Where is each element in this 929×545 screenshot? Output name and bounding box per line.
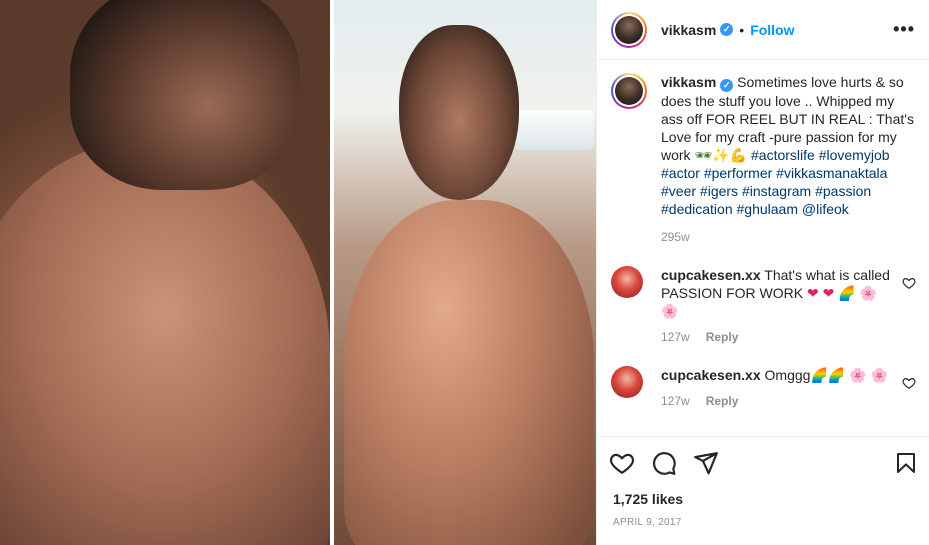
photo-right-front-view	[334, 0, 596, 545]
hashtag-link[interactable]: #passion	[815, 183, 871, 199]
comment-username[interactable]: cupcakesen.xx	[661, 367, 761, 383]
verified-badge-icon: ✓	[720, 23, 734, 36]
hashtag-link[interactable]: #ghulaam	[737, 201, 799, 217]
comment-username[interactable]: cupcakesen.xx	[661, 267, 761, 283]
photo-left-back-view	[0, 0, 330, 545]
caption-username[interactable]: vikkasm	[661, 74, 716, 90]
post-side-panel: vikkasm ✓ • Follow ••• vikkasm ✓ Sometime…	[596, 0, 929, 545]
sunglasses-emoji-icon: 🕶	[694, 147, 713, 163]
like-comment-heart-icon[interactable]	[902, 276, 916, 290]
post-date[interactable]: APRIL 9, 2017	[613, 517, 682, 528]
post-photo[interactable]	[0, 0, 596, 545]
rainbow-emoji-icon: 🌈	[827, 367, 846, 383]
comment-text: Omggg	[764, 367, 811, 383]
flower-emoji-icon: 🌸	[859, 285, 877, 301]
photo-head	[70, 0, 300, 190]
heart-emoji-icon: ❤	[822, 285, 835, 301]
comments-scroll-area[interactable]: vikkasm ✓ Sometimes love hurts & so does …	[597, 61, 929, 435]
hashtag-link[interactable]: #veer	[661, 183, 696, 199]
comment-item: cupcakesen.xx Omggg🌈🌈 🌸 🌸 127w Reply	[611, 366, 916, 410]
caption-timestamp[interactable]: 295w	[661, 228, 916, 246]
rainbow-emoji-icon: 🌈	[810, 367, 828, 383]
comment-timestamp[interactable]: 127w	[661, 392, 690, 410]
commenter-avatar[interactable]	[611, 366, 643, 398]
sparkles-emoji-icon: ✨	[712, 147, 730, 163]
hashtag-link[interactable]: #actor	[661, 165, 700, 181]
rainbow-emoji-icon: 🌈	[838, 285, 856, 301]
comment-timestamp[interactable]: 127w	[661, 328, 690, 346]
heart-icon[interactable]	[609, 450, 635, 476]
flower-emoji-icon: 🌸	[661, 303, 679, 319]
mention-link[interactable]: @lifeok	[802, 201, 849, 217]
hashtag-link[interactable]: #actorslife	[751, 147, 815, 163]
comment-icon[interactable]	[651, 450, 677, 476]
flower-emoji-icon: 🌸	[849, 367, 867, 383]
more-options-icon[interactable]: •••	[893, 19, 915, 40]
follow-button[interactable]: Follow	[750, 22, 794, 38]
hashtag-link[interactable]: #lovemyjob	[819, 147, 890, 163]
hashtag-link[interactable]: #vikkasmanaktala	[776, 165, 887, 181]
caption-avatar[interactable]	[611, 73, 647, 109]
share-icon[interactable]	[693, 450, 719, 476]
heart-emoji-icon: ❤	[806, 285, 819, 301]
photo-face	[399, 25, 519, 200]
reply-button[interactable]: Reply	[706, 328, 739, 346]
photo-torso	[344, 200, 594, 545]
hashtag-link[interactable]: #instagram	[742, 183, 811, 199]
header-username[interactable]: vikkasm	[661, 22, 716, 38]
caption: vikkasm ✓ Sometimes love hurts & so does …	[611, 73, 916, 246]
hashtag-link[interactable]: #igers	[700, 183, 738, 199]
photo-shoulder	[0, 140, 330, 545]
avatar[interactable]	[611, 11, 647, 48]
muscle-emoji-icon: 💪	[729, 147, 748, 163]
reply-button[interactable]: Reply	[706, 392, 739, 410]
comment-item: cupcakesen.xx That's what is called PASS…	[611, 266, 916, 346]
bookmark-icon[interactable]	[894, 450, 918, 476]
commenter-avatar[interactable]	[611, 266, 643, 298]
post-actions-bar	[597, 436, 929, 488]
post-header: vikkasm ✓ • Follow •••	[597, 0, 929, 60]
separator-dot: •	[739, 21, 745, 38]
photo-ceiling-light	[514, 110, 594, 150]
hashtag-link[interactable]: #dedication	[661, 201, 733, 217]
hashtag-link[interactable]: #performer	[704, 165, 772, 181]
like-comment-heart-icon[interactable]	[902, 376, 916, 390]
flower-emoji-icon: 🌸	[870, 367, 888, 383]
verified-badge-icon: ✓	[720, 79, 734, 92]
likes-count[interactable]: 1,725 likes	[613, 491, 683, 507]
